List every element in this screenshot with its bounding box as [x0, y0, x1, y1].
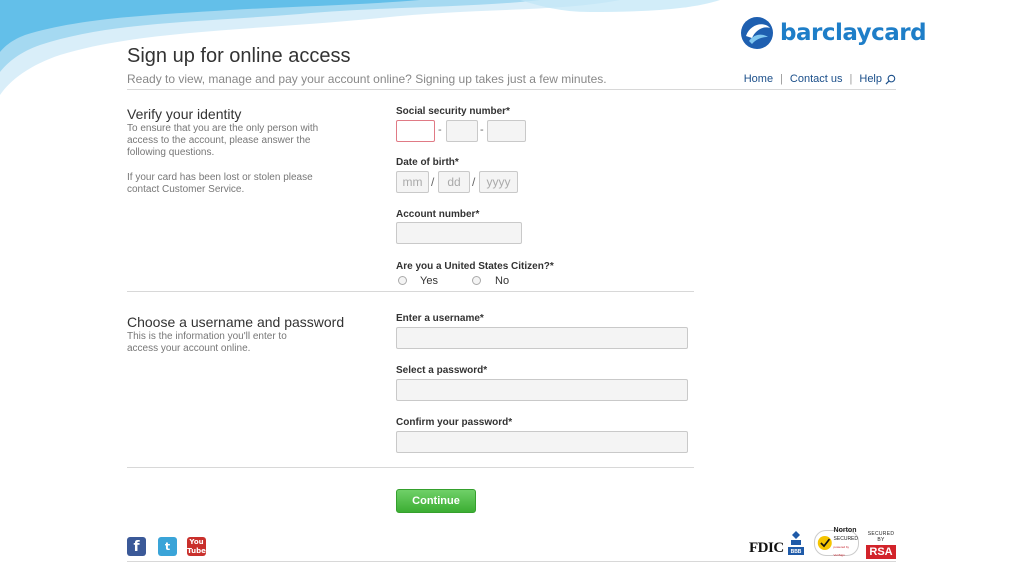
dob-month-input[interactable]: mm — [396, 171, 429, 193]
citizen-no-radio[interactable] — [472, 276, 481, 285]
dob-year-input[interactable]: yyyy — [479, 171, 518, 193]
norton-subtitle: SECURED — [833, 536, 858, 542]
dob-label: Date of birth* — [396, 157, 459, 168]
password-label: Select a password* — [396, 365, 488, 376]
norton-powered: powered by VeriSign — [833, 545, 850, 557]
verify-description: To ensure that you are the only person w… — [127, 123, 319, 158]
lost-card-note: If your card has been lost or stolen ple… — [127, 172, 313, 195]
credentials-description: This is the information you'll enter to … — [127, 331, 287, 354]
ssn-part3-input[interactable] — [487, 120, 526, 142]
nav-help-link[interactable]: Help — [859, 73, 882, 85]
barclaycard-logo[interactable]: barclaycard — [740, 16, 927, 50]
credentials-heading: Choose a username and password — [127, 314, 345, 330]
search-icon[interactable] — [885, 74, 896, 85]
footer-divider — [127, 561, 896, 562]
eagle-logo-icon — [741, 17, 773, 49]
continue-button[interactable]: Continue — [396, 489, 476, 513]
confirm-password-input[interactable] — [396, 431, 688, 453]
dob-separator: / — [431, 175, 435, 189]
page-subtitle: Ready to view, manage and pay your accou… — [127, 72, 607, 86]
bbb-badge-icon: BBB — [788, 531, 804, 555]
citizen-no-label[interactable]: No — [495, 275, 509, 287]
bbb-text: BBB — [791, 549, 802, 555]
rsa-badge: SECURED BY RSA — [866, 531, 896, 559]
verify-heading: Verify your identity — [127, 106, 242, 122]
nav-contact-link[interactable]: Contact us — [790, 73, 843, 85]
ssn-separator: - — [480, 124, 484, 136]
username-label: Enter a username* — [396, 313, 484, 324]
rsa-logo: RSA — [866, 545, 896, 559]
norton-secured-badge: Norton SECURED powered by VeriSign — [814, 527, 859, 557]
logo-wordmark: barclaycard — [780, 20, 927, 46]
rsa-secured-by: SECURED BY — [867, 531, 895, 543]
citizen-yes-label[interactable]: Yes — [420, 275, 438, 287]
twitter-icon[interactable]: t — [158, 537, 177, 556]
ssn-part2-input[interactable] — [446, 120, 478, 142]
youtube-icon[interactable]: You Tube — [187, 537, 206, 556]
facebook-icon[interactable]: f — [127, 537, 146, 556]
dob-day-input[interactable]: dd — [438, 171, 470, 193]
nav-separator: | — [849, 72, 853, 85]
page-title: Sign up for online access — [127, 45, 351, 67]
confirm-password-label: Confirm your password* — [396, 417, 513, 428]
nav-home-link[interactable]: Home — [744, 73, 773, 85]
account-number-label: Account number* — [396, 209, 480, 220]
username-input[interactable] — [396, 327, 688, 349]
norton-title: Norton — [833, 527, 857, 534]
citizen-label: Are you a United States Citizen?* — [396, 261, 554, 272]
youtube-icon-bottom-text: Tube — [187, 547, 206, 555]
checkmark-icon — [817, 536, 832, 550]
dob-separator: / — [472, 175, 476, 189]
nav-separator: | — [780, 72, 783, 85]
section-divider — [127, 467, 694, 468]
section-divider — [127, 291, 694, 292]
header-divider — [127, 89, 896, 90]
youtube-icon-top-text: You — [189, 538, 204, 546]
ssn-part1-input[interactable] — [396, 120, 435, 142]
citizen-yes-radio[interactable] — [398, 276, 407, 285]
fdic-badge: FDIC — [749, 540, 784, 556]
ssn-label: Social security number* — [396, 106, 510, 117]
ssn-separator: - — [438, 124, 442, 136]
password-input[interactable] — [396, 379, 688, 401]
account-number-input[interactable] — [396, 222, 522, 244]
top-nav: Home | Contact us | Help — [744, 72, 896, 85]
